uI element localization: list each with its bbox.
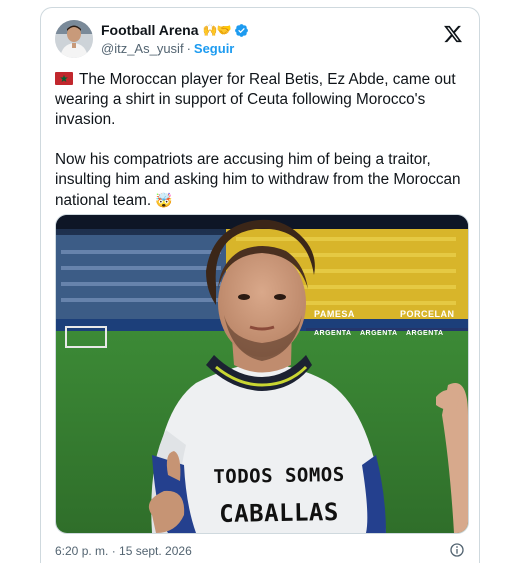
author-handle[interactable]: @itz_As_yusif (101, 41, 184, 56)
banner-pamesa: PAMESA (314, 309, 355, 319)
shocked-emoji: 🤯 (155, 192, 173, 208)
author-sub-line: @itz_As_yusif · Seguir (101, 41, 234, 56)
info-icon[interactable] (449, 542, 465, 558)
verified-badge-icon (235, 23, 249, 37)
tweet-footer: 6:20 p. m. · 15 sept. 2026 (55, 542, 465, 560)
banner-argenta-3: ARGENTA (406, 330, 444, 337)
tweet-paragraph-1: The Moroccan player for Real Betis, Ez A… (55, 70, 470, 130)
separator-dot: · (186, 41, 191, 56)
author-name-emojis: 🙌🤝 (202, 23, 232, 37)
follow-button[interactable]: Seguir (194, 41, 234, 56)
avatar-image (55, 20, 93, 58)
author-name-line: Football Arena 🙌🤝 (101, 21, 249, 39)
tweet-paragraph-2: Now his compatriots are accusing him of … (55, 150, 470, 211)
author-display-name[interactable]: Football Arena (101, 22, 199, 38)
tweet-paragraph-1-text: The Moroccan player for Real Betis, Ez A… (55, 71, 456, 128)
tweet-header: Football Arena 🙌🤝 @itz_As_yusif · Seguir (55, 20, 465, 60)
tweet-paragraph-2-text: Now his compatriots are accusing him of … (55, 151, 461, 209)
shirt-text-line-1: TODOS SOMOS (213, 463, 345, 489)
tweet-card: Football Arena 🙌🤝 @itz_As_yusif · Seguir… (40, 7, 480, 563)
tweet-timestamp[interactable]: 6:20 p. m. · 15 sept. 2026 (55, 544, 192, 558)
banner-argenta-1: ARGENTA (314, 330, 352, 337)
morocco-flag-icon (55, 70, 73, 90)
shirt-text-line-2: CABALLAS (218, 497, 340, 529)
avatar[interactable] (55, 20, 93, 58)
tweet-text: The Moroccan player for Real Betis, Ez A… (55, 70, 470, 211)
banner-porcelanosa: PORCELAN (400, 309, 455, 319)
banner-argenta-2: ARGENTA (360, 330, 398, 337)
tweet-photo[interactable]: PAMESA PORCELAN ARGENTA ARGENTA ARGENTA … (55, 214, 469, 534)
x-logo-icon[interactable] (443, 24, 463, 44)
